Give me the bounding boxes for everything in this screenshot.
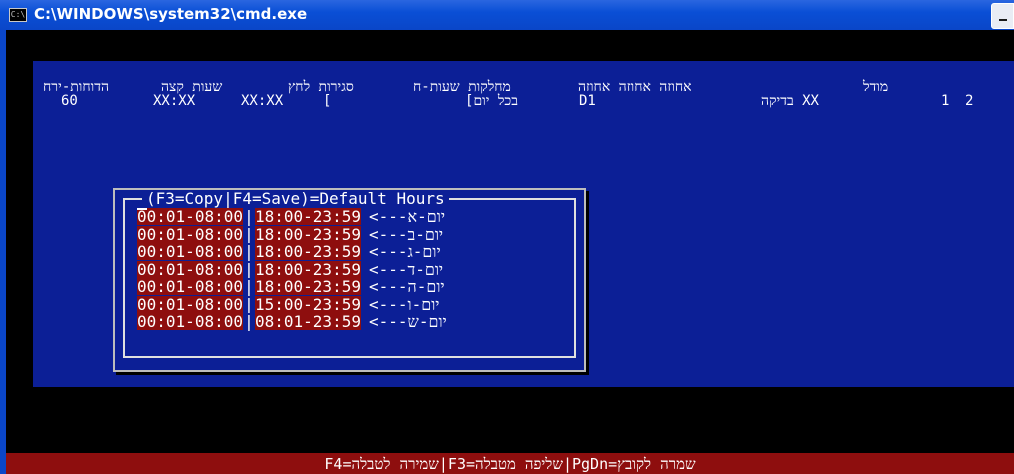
from-time-2[interactable]: 18:00 bbox=[254, 260, 304, 278]
to-time-2[interactable]: 23:59 bbox=[312, 225, 361, 243]
from-time-2[interactable]: 18:00 bbox=[254, 278, 304, 296]
day-label: <---יום-ג bbox=[368, 242, 441, 262]
function-key-bar: F4=שמירה לטבלה|F3=שליפה מטבלה|PgDn=שמרה … bbox=[6, 453, 1014, 474]
to-time-1[interactable]: 08:00 bbox=[194, 295, 243, 313]
console-icon[interactable]: C:\ bbox=[9, 8, 27, 22]
to-time-2[interactable]: 23:59 bbox=[312, 295, 361, 313]
range-dash: - bbox=[185, 224, 195, 244]
from-time-2[interactable]: 15:00 bbox=[254, 295, 304, 313]
header-col6: מודל bbox=[863, 79, 889, 95]
range-dash: - bbox=[185, 207, 195, 227]
header-check: בדיקה XX bbox=[761, 93, 819, 109]
from-time-1[interactable]: 00:01 bbox=[137, 278, 186, 296]
range-dash: - bbox=[185, 259, 195, 279]
to-time-2[interactable]: 23:59 bbox=[312, 278, 361, 296]
day-label: <---יום-ה bbox=[368, 277, 445, 297]
from-time-2[interactable]: 08:01 bbox=[254, 313, 304, 331]
header-num-2: 2 bbox=[965, 93, 974, 109]
day-label: <---יום-ו bbox=[368, 294, 440, 314]
to-time-1[interactable]: 08:00 bbox=[194, 225, 243, 243]
from-time-1[interactable]: 00:01 bbox=[137, 243, 186, 261]
range-dash: - bbox=[303, 259, 313, 279]
header-time-field-1[interactable]: XX:XX bbox=[153, 93, 195, 109]
window-title: C:\WINDOWS\system32\cmd.exe bbox=[34, 5, 308, 23]
column-separator: | bbox=[242, 312, 255, 332]
column-separator: | bbox=[242, 277, 255, 297]
range-dash: - bbox=[303, 242, 313, 262]
header-num-1: 1 bbox=[941, 93, 950, 109]
from-time-2[interactable]: 18:00 bbox=[254, 225, 304, 243]
header-d1: D1 bbox=[579, 93, 596, 109]
hours-row: 00:01-08:00 | 18:00-23:59 <---יום-ב bbox=[137, 224, 447, 244]
hours-rows: 00:01-08:00 | 18:00-23:59 <---יום-א 00:01-08… bbox=[137, 208, 447, 331]
from-time-1[interactable]: 00:01 bbox=[137, 260, 186, 278]
range-dash: - bbox=[303, 207, 313, 227]
function-key-hints: F4=שמירה לטבלה|F3=שליפה מטבלה|PgDn=שמרה … bbox=[324, 455, 696, 473]
range-dash: - bbox=[303, 312, 313, 332]
to-time-2[interactable]: 23:59 bbox=[312, 313, 361, 331]
from-time-2[interactable]: 18:00 bbox=[254, 208, 304, 226]
day-label: <---יום-ד bbox=[368, 259, 444, 279]
day-label: <---יום-א bbox=[368, 207, 446, 227]
header-time-field-2[interactable]: XX:XX bbox=[241, 93, 283, 109]
dialog-frame: (F3=Copy|F4=Save)=Default Hours 00:01-08… bbox=[123, 190, 576, 358]
to-time-1[interactable]: 08:00 bbox=[194, 208, 243, 226]
to-time-1[interactable]: 08:00 bbox=[194, 243, 243, 261]
from-time-1[interactable]: 00:01 bbox=[137, 295, 186, 313]
minimize-button[interactable] bbox=[991, 3, 1014, 29]
hours-row: 00:01-08:00 | 18:00-23:59 <---יום-ה bbox=[137, 278, 447, 296]
dialog-title: (F3=Copy|F4=Save)=Default Hours bbox=[142, 190, 449, 208]
from-time-1[interactable]: 00:01 bbox=[137, 313, 186, 331]
range-dash: - bbox=[185, 294, 195, 314]
header-bracket: [ bbox=[323, 93, 332, 109]
from-time-1[interactable]: 00:01 bbox=[137, 225, 186, 243]
range-dash: - bbox=[185, 312, 195, 332]
day-label: <---יום-ש bbox=[368, 312, 447, 332]
column-separator: | bbox=[242, 207, 255, 227]
window-title-bar[interactable]: C:\ C:\WINDOWS\system32\cmd.exe bbox=[0, 0, 1014, 30]
column-separator: | bbox=[242, 294, 255, 314]
to-time-2[interactable]: 23:59 bbox=[312, 243, 361, 261]
hours-row: 00:01-08:00 | 18:00-23:59 <---יום-ג bbox=[137, 243, 447, 261]
to-time-1[interactable]: 08:00 bbox=[194, 313, 243, 331]
range-dash: - bbox=[303, 294, 313, 314]
to-time-2[interactable]: 23:59 bbox=[312, 260, 361, 278]
hours-row: 00:01-08:00 | 18:00-23:59 <---יום-ד bbox=[137, 259, 447, 279]
column-separator: | bbox=[242, 224, 255, 244]
default-hours-dialog: (F3=Copy|F4=Save)=Default Hours 00:01-08… bbox=[113, 188, 586, 372]
from-time-2[interactable]: 18:00 bbox=[254, 243, 304, 261]
hours-row: 00:01-08:00 | 18:00-23:59 <---יום-א bbox=[137, 208, 447, 226]
hours-row: 00:01-08:00 | 15:00-23:59 <---יום-ו bbox=[137, 294, 447, 314]
header-col3: סגירות לחץ bbox=[288, 79, 354, 95]
to-time-1[interactable]: 08:00 bbox=[194, 278, 243, 296]
from-time-1[interactable]: 00:01 bbox=[137, 208, 186, 226]
hours-row: 00:01-08:00 | 08:01-23:59 <---יום-ש bbox=[137, 313, 447, 331]
column-separator: | bbox=[242, 242, 255, 262]
day-label: <---יום-ב bbox=[368, 224, 444, 244]
range-dash: - bbox=[185, 242, 195, 262]
header-every-day: [בכל יום bbox=[465, 93, 518, 109]
to-time-2[interactable]: 23:59 bbox=[312, 208, 361, 226]
range-dash: - bbox=[303, 277, 313, 297]
range-dash: - bbox=[185, 277, 195, 297]
text-cursor bbox=[137, 208, 147, 210]
header-value-60: 60 bbox=[61, 93, 78, 109]
range-dash: - bbox=[303, 224, 313, 244]
column-separator: | bbox=[242, 259, 255, 279]
to-time-1[interactable]: 08:00 bbox=[194, 260, 243, 278]
